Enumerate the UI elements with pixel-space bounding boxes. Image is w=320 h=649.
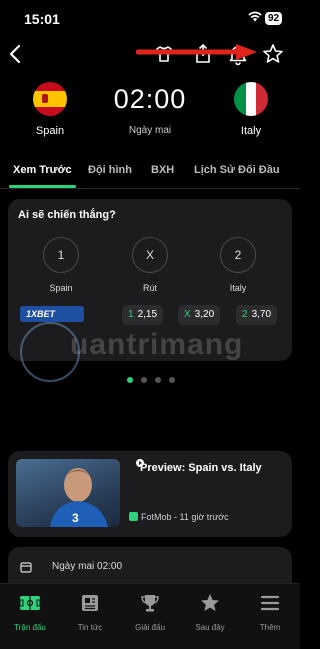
schedule-card: Ngày mai 02:00 [8,547,292,587]
prediction-option-symbol: 1 [43,237,79,273]
prediction-question: Ai sẽ chiến thắng? [18,209,116,221]
pitch-icon [19,596,41,610]
spain-flag-icon [33,82,67,116]
nav-label: Trận đấu [14,623,46,632]
star-icon[interactable] [261,42,285,66]
prediction-option-home[interactable]: 1 Spain [21,237,101,293]
back-icon[interactable] [6,42,26,66]
prediction-option-draw[interactable]: X Rút [110,237,190,293]
battery-indicator: 92 [265,12,283,25]
news-source: FotMob - 11 giờ trước [129,512,229,522]
nav-label: Tin tức [77,623,103,632]
away-team-name: Italy [240,125,262,137]
nav-following[interactable]: Sau đây [180,592,240,632]
match-score-block: 02:00 Ngày mai [90,84,210,136]
tab-preview[interactable]: Xem Trước [13,164,72,176]
nav-label: Giải đấu [135,623,165,632]
odds-away[interactable]: 2 3,70 [236,305,278,325]
home-team[interactable]: Spain [10,82,90,137]
top-nav [0,36,300,72]
odds-value: 2,15 [137,309,158,320]
prediction-option-label: Spain [49,283,73,293]
odds-value: 3,20 [194,309,215,320]
news-thumbnail: 3 [16,459,120,527]
nav-more[interactable]: Thêm [240,592,300,632]
star-icon [201,594,219,611]
player-image: 3 [50,468,108,527]
prediction-option-label: Italy [229,283,247,293]
kickoff-day: Ngày mai [128,125,172,136]
bottom-nav: Trận đấu Tin tức Giải đấu Sau đây Thêm [0,583,300,649]
nav-leagues[interactable]: Giải đấu [120,592,180,632]
status-time: 15:01 [24,11,60,27]
italy-flag-icon [234,82,268,116]
pager-dot[interactable] [155,377,161,383]
nav-matches[interactable]: Trận đấu [0,592,60,632]
fotmob-icon [129,512,138,521]
calendar-icon [20,562,32,573]
nav-label: Sau đây [195,623,225,632]
pager-dot[interactable] [141,377,147,383]
svg-text:3: 3 [72,511,79,525]
nav-news[interactable]: Tin tức [60,592,120,632]
match-tabs: Xem Trước Đội hình BXH Lịch Sử Đối Đầu [0,158,300,188]
news-card[interactable]: 3 Preview: Spain vs. Italy FotMob - 11 g… [8,451,292,537]
away-team[interactable]: Italy [211,82,291,137]
pager-dot[interactable] [169,377,175,383]
prediction-option-label: Rút [142,283,157,293]
odds-home[interactable]: 1 2,15 [122,305,164,325]
prediction-option-symbol: X [132,237,168,273]
prediction-option-away[interactable]: 2 Italy [198,237,278,293]
bookmaker-logo[interactable]: 1XBET [20,306,84,322]
status-bar: 15:01 92 [0,0,300,36]
tab-head-to-head[interactable]: Lịch Sử Đối Đầu [194,164,280,176]
odds-key: 2 [242,309,248,320]
annotation-arrow [136,44,257,60]
tab-standings[interactable]: BXH [151,164,174,176]
trophy-icon [141,595,159,612]
odds-key: X [184,309,191,320]
pager-dot[interactable] [127,377,133,383]
odds-draw[interactable]: X 3,20 [178,305,221,325]
wifi-icon [248,11,262,22]
odds-value: 3,70 [251,309,272,320]
schedule-time: Ngày mai 02:00 [44,556,131,578]
tab-lineup[interactable]: Đội hình [88,164,132,176]
prediction-option-symbol: 2 [220,237,256,273]
menu-icon [260,595,280,611]
home-team-name: Spain [35,125,65,137]
news-icon [82,595,98,611]
watermark-text: uantrimang [70,328,244,361]
tabs-divider [0,188,300,189]
news-title: Preview: Spain vs. Italy [140,462,262,474]
kickoff-time: 02:00 [113,84,187,114]
odds-key: 1 [128,309,134,320]
nav-label: Thêm [259,623,281,632]
news-source-text: FotMob - 11 giờ trước [141,512,229,522]
